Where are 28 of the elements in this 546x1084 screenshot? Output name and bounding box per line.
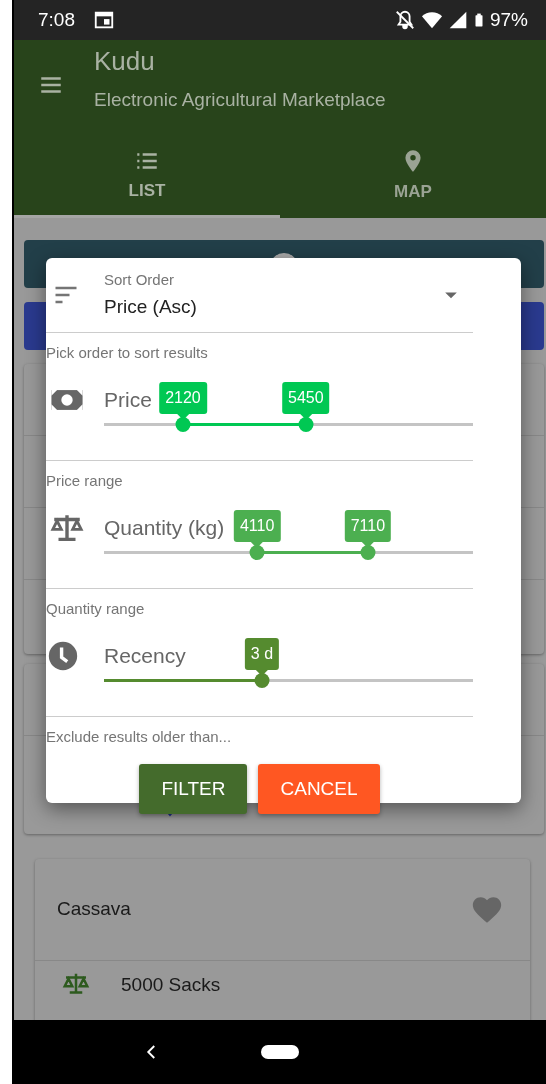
helper-text: Exclude results older than...	[46, 727, 233, 747]
slider-thumb[interactable]	[175, 417, 191, 432]
tab[interactable]: MAP	[280, 130, 546, 218]
slider-thumb[interactable]	[249, 545, 265, 560]
slider-label: Price	[104, 387, 152, 414]
helper-text: Pick order to sort results	[46, 343, 209, 363]
battery-text: 97%	[489, 7, 528, 32]
app-title: Kudu	[94, 46, 156, 76]
slider-label: Recency	[104, 643, 186, 670]
cancel-button[interactable]: CANCEL	[258, 764, 380, 814]
home-pill[interactable]	[261, 1045, 299, 1059]
sort-dropdown[interactable]: Sort Order Price (Asc)	[46, 258, 473, 333]
filter-button[interactable]: FILTER	[139, 764, 248, 814]
tab[interactable]: LIST	[14, 130, 280, 218]
slider-thumb[interactable]	[298, 417, 314, 432]
slider-thumb[interactable]	[254, 673, 270, 688]
signal-icon	[447, 9, 468, 31]
slider-label: Quantity (kg)	[104, 515, 225, 542]
quantity-text: 5000 Sacks	[121, 972, 221, 997]
app-subtitle: Electronic Agricultural Marketplace	[94, 88, 386, 112]
helper-text: Price range	[46, 471, 124, 491]
time-text: 7:08	[38, 7, 75, 32]
calendar-icon	[93, 9, 115, 31]
wifi-icon	[419, 9, 444, 31]
slider-thumb[interactable]	[360, 545, 376, 560]
helper-text: Quantity range	[46, 599, 146, 619]
mute-icon	[393, 9, 416, 31]
listing-title: Cassava	[57, 897, 132, 922]
